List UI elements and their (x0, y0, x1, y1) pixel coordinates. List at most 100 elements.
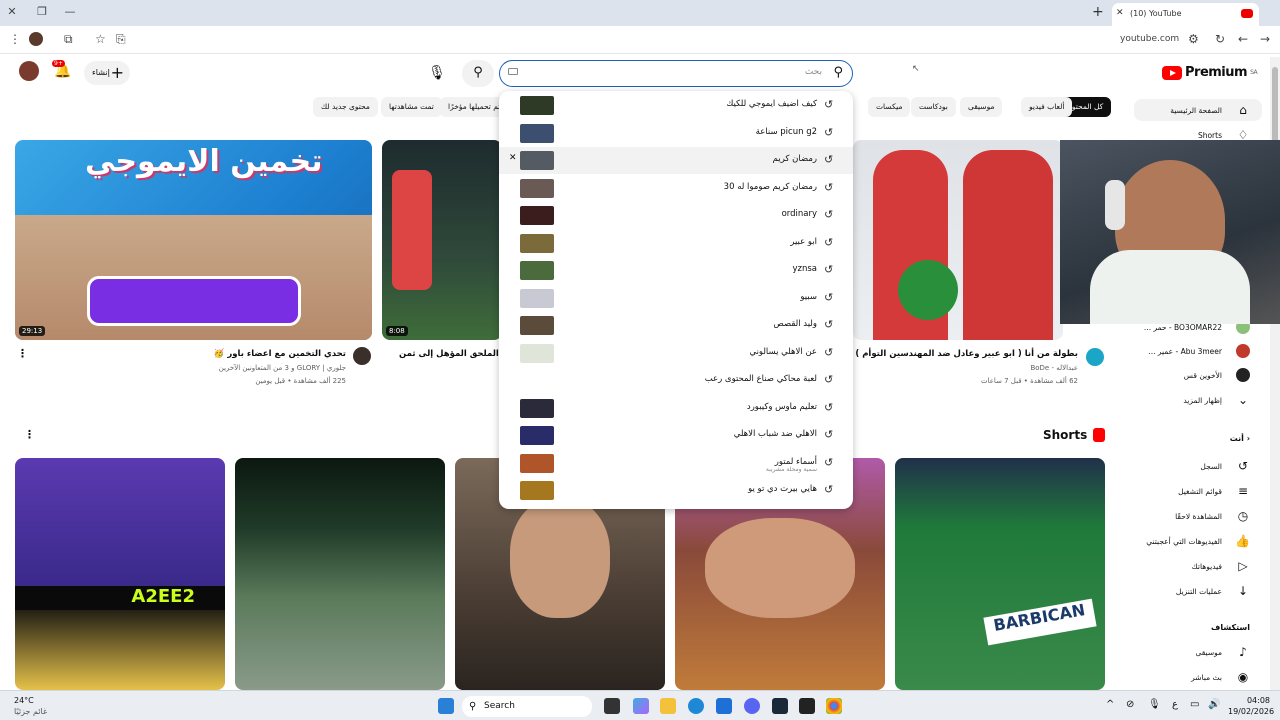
network-icon[interactable]: ▭ (1190, 699, 1199, 710)
video-channel[interactable]: جلوري | GLORY و 3 من المتعاونين الآخرين (219, 364, 346, 372)
menu-dots-icon[interactable]: ⋮ (9, 32, 21, 46)
install-app-icon[interactable]: ⎘ (116, 32, 126, 47)
reload-icon[interactable]: ↻ (1215, 32, 1225, 46)
search-suggestion[interactable]: ↺ ordinary (499, 202, 853, 229)
create-button[interactable]: إنشاء + (84, 61, 130, 85)
suggestion-text: وليد القصص (773, 319, 817, 329)
history-icon: ↺ (824, 428, 834, 441)
search-suggestion[interactable]: ↺ picun g2 سناعة (499, 120, 853, 147)
sidebar-item-subscription[interactable]: الأخوين قس (1184, 368, 1250, 382)
search-suggestion[interactable]: ↺ أسماء لمتور سمية ومحلة مشريبة (499, 450, 853, 477)
chip-gaming[interactable]: ألعاب فيديو (1021, 97, 1073, 117)
taskbar-clock[interactable]: 04:08 19/02/2026 (1228, 695, 1274, 717)
sidebar-item-show-more[interactable]: ⌄ إظهار المزيد (1183, 393, 1250, 407)
volume-icon[interactable]: 🔊 (1208, 699, 1220, 710)
notifications-bell-icon[interactable]: 🔔 9+ (52, 60, 71, 79)
short-thumbnail[interactable]: BARBICAN (895, 458, 1105, 690)
history-icon: ↺ (824, 98, 834, 111)
chip-new-to-you[interactable]: محتوى جديد لك (313, 97, 378, 117)
search-suggestion[interactable]: ↺ تعليم ماوس وكيبورد (499, 395, 853, 422)
chip-watched[interactable]: تمت مشاهدتها (381, 97, 442, 117)
video-title[interactable]: بطولة من أنا ( ابو عبير وعادل ضد المهندس… (855, 349, 1078, 359)
keyboard-icon[interactable] (508, 68, 518, 75)
video-thumbnail[interactable] (853, 140, 1063, 340)
windows-start-icon[interactable] (438, 698, 454, 714)
avatar[interactable] (19, 61, 39, 81)
extensions-icon[interactable]: ⧉ (64, 32, 73, 47)
forward-icon[interactable]: → (1260, 32, 1270, 46)
minimize-window-icon[interactable]: — (62, 5, 78, 18)
suggestion-text: رمضان كريم (772, 154, 817, 164)
channel-avatar[interactable] (353, 347, 371, 365)
steam-icon[interactable] (772, 698, 788, 714)
video-thumbnail[interactable]: 8:08 (382, 140, 502, 340)
chip-podcasts[interactable]: بودكاست (911, 97, 956, 117)
search-suggestion[interactable]: ↺ yznsa (499, 257, 853, 284)
close-window-icon[interactable]: ✕ (4, 5, 20, 18)
video-title[interactable]: تحدي التخمين مع اعضاء باور 🥳 (214, 349, 346, 359)
channel-avatar[interactable] (1086, 348, 1104, 366)
search-suggestion[interactable]: ↺ كيف اضيف ايموجي للكيك (499, 92, 853, 119)
search-suggestion[interactable]: ↺ لعبة محاكي صناع المحتوى رعب (499, 367, 853, 394)
sidebar-item-playlists[interactable]: ≡ قوائم التشغيل (1178, 484, 1250, 498)
bookmark-star-icon[interactable]: ☆ (95, 32, 106, 46)
app-icon[interactable] (799, 698, 815, 714)
microphone-icon[interactable]: 🎙 (1148, 699, 1161, 710)
sidebar-item-watch-later[interactable]: ◷ المشاهدة لاحقًا (1175, 509, 1250, 523)
chip-music[interactable]: موسيقى (960, 97, 1003, 117)
back-icon[interactable]: ← (1238, 32, 1248, 46)
wifi-off-icon[interactable]: ⊘ (1126, 699, 1134, 710)
new-tab-button[interactable]: + (1092, 4, 1104, 20)
search-suggestion[interactable]: ↺ سبيو (499, 285, 853, 312)
chrome-icon[interactable] (826, 698, 842, 714)
search-suggestion[interactable]: ↺ ابو عبير (499, 230, 853, 257)
more-options-icon[interactable]: ⋮ (17, 347, 28, 360)
browser-tab[interactable]: ✕ (10) YouTube (1112, 3, 1259, 26)
url-text[interactable]: youtube.com (1120, 34, 1179, 44)
sidebar-item-liked[interactable]: 👍 الفيديوهات التي أعجبتني (1146, 534, 1250, 548)
sidebar-item-home[interactable]: ⌂ الصفحة الرئيسية (1170, 103, 1250, 117)
sidebar-item-downloads[interactable]: ↓ عمليات التنزيل (1176, 584, 1250, 598)
search-suggestion[interactable]: ↺ عن الاهلي يسالوني (499, 340, 853, 367)
sidebar-item-your-videos[interactable]: ▷ فيديوهاتك (1192, 559, 1250, 573)
voice-search-mic-icon[interactable]: 🎙 (425, 60, 449, 87)
sidebar-item-history[interactable]: ↺ السجل (1200, 459, 1250, 473)
youtube-logo[interactable]: Premium SA (1162, 65, 1258, 80)
sidebar-item-live[interactable]: ◉ بث مباشر (1191, 670, 1250, 684)
video-thumbnail[interactable]: تخمين الايموجي 29:13 (15, 140, 372, 340)
sidebar-item-label: الأخوين قس (1183, 370, 1222, 380)
task-view-icon[interactable] (604, 698, 620, 714)
sidebar-item-music[interactable]: ♪ موسيقى (1196, 645, 1250, 659)
remove-suggestion-icon[interactable]: ✕ (509, 153, 517, 163)
taskbar-search[interactable]: ⚲ Search (462, 696, 592, 717)
suggestion-thumbnail (520, 96, 554, 115)
search-suggestion[interactable]: ↺ رمضان كريم صوموا له 30 (499, 175, 853, 202)
tray-chevron-icon[interactable]: ^ (1106, 699, 1114, 710)
close-tab-icon[interactable]: ✕ (1116, 8, 1124, 18)
search-button[interactable]: ⚲ (462, 60, 494, 87)
file-explorer-icon[interactable] (660, 698, 676, 714)
search-suggestion[interactable]: ↺ وليد القصص (499, 312, 853, 339)
edge-icon[interactable] (688, 698, 704, 714)
profile-icon[interactable] (29, 32, 43, 46)
copilot-icon[interactable] (633, 698, 649, 714)
search-suggestion[interactable]: ↺ الاهلي ضد شباب الاهلي (499, 422, 853, 449)
short-thumbnail[interactable]: A2EE2 (15, 458, 225, 690)
chip-mixes[interactable]: ميكسات (868, 97, 911, 117)
search-suggestion[interactable]: ↺ هايي بيرت دي تو يو (499, 477, 853, 504)
sidebar-item-label: قوائم التشغيل (1178, 486, 1222, 496)
search-suggestion[interactable]: ↺ رمضان كريم ✕ (499, 147, 853, 174)
short-thumbnail[interactable] (235, 458, 445, 690)
store-icon[interactable] (716, 698, 732, 714)
sidebar-item-subscription[interactable]: Abu 3meer - عمير ... (1148, 344, 1250, 358)
discord-icon[interactable] (744, 698, 760, 714)
search-input[interactable]: بحث ⚲ (499, 60, 853, 87)
video-channel[interactable]: عبدالاله - BoDe (1030, 364, 1078, 372)
language-icon[interactable]: ع (1172, 699, 1178, 710)
site-settings-icon[interactable]: ⚙ (1188, 32, 1199, 46)
weather-widget[interactable]: 24°C غائم جزئيًا (14, 695, 47, 717)
sidebar-section-you[interactable]: أنت › (1230, 434, 1250, 443)
more-options-icon[interactable]: ⋮ (24, 428, 35, 441)
restore-window-icon[interactable]: ❐ (34, 5, 50, 18)
sidebar-item-label: Shorts (1197, 130, 1222, 140)
